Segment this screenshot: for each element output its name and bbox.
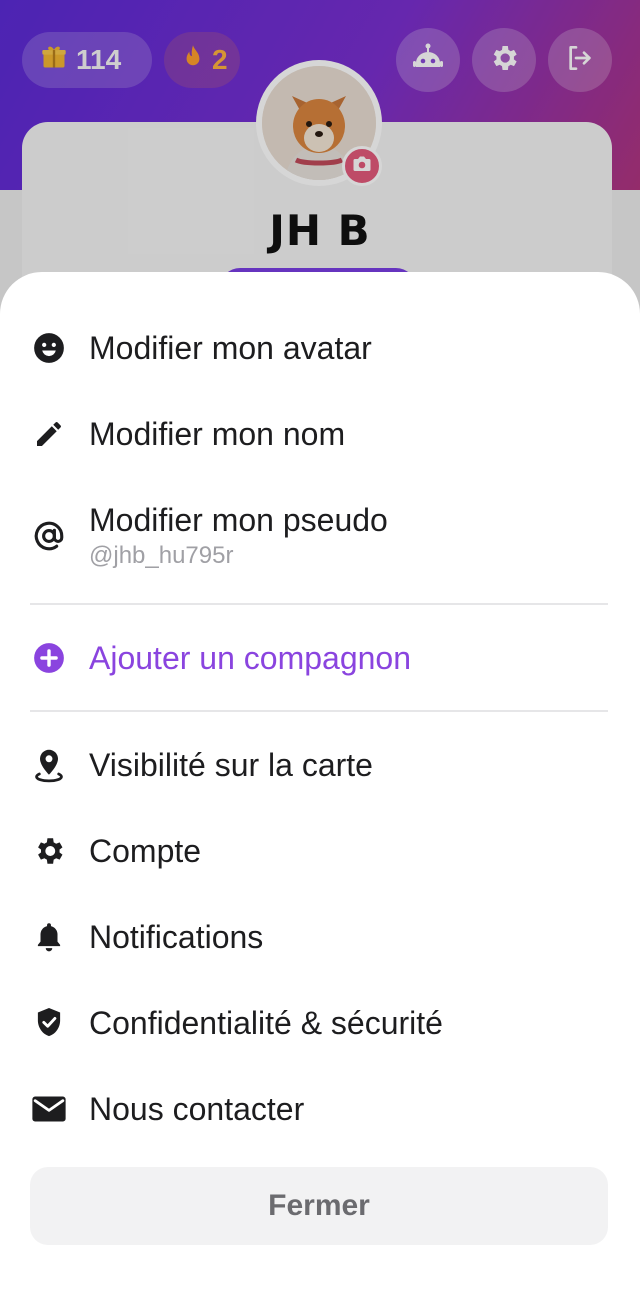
map-pin-icon bbox=[30, 746, 68, 784]
menu-item-notifications[interactable]: Notifications bbox=[30, 918, 610, 956]
menu-item-account[interactable]: Compte bbox=[30, 832, 610, 870]
menu-item-label: Nous contacter bbox=[89, 1091, 305, 1127]
smiley-icon bbox=[30, 329, 68, 367]
menu-item-label: Visibilité sur la carte bbox=[89, 747, 373, 783]
menu-item-privacy-security[interactable]: Confidentialité & sécurité bbox=[30, 1004, 610, 1042]
menu-item-label: Modifier mon pseudo bbox=[89, 502, 388, 538]
gear-icon bbox=[30, 832, 68, 870]
menu-item-edit-username[interactable]: Modifier mon pseudo @jhb_hu795r bbox=[30, 501, 610, 571]
divider bbox=[30, 710, 608, 712]
menu-item-label: Ajouter un compagnon bbox=[89, 640, 411, 676]
menu-item-label: Confidentialité & sécurité bbox=[89, 1005, 443, 1041]
bell-icon bbox=[30, 918, 68, 956]
menu-item-edit-name[interactable]: Modifier mon nom bbox=[30, 415, 610, 453]
pencil-icon bbox=[30, 415, 68, 453]
menu-item-label: Modifier mon nom bbox=[89, 416, 346, 452]
current-username: @jhb_hu795r bbox=[89, 542, 234, 569]
shield-check-icon bbox=[30, 1004, 68, 1042]
plus-circle-icon bbox=[30, 639, 68, 677]
profile-options-sheet: Modifier mon avatar Modifier mon nom Mod… bbox=[0, 272, 640, 1290]
envelope-icon bbox=[30, 1090, 68, 1128]
menu-item-edit-avatar[interactable]: Modifier mon avatar bbox=[30, 329, 610, 367]
close-button[interactable]: Fermer bbox=[30, 1167, 608, 1245]
menu-item-label: Modifier mon avatar bbox=[89, 330, 372, 366]
at-sign-icon bbox=[30, 517, 68, 555]
menu-item-label: Notifications bbox=[89, 919, 264, 955]
menu-item-add-companion[interactable]: Ajouter un compagnon bbox=[30, 639, 610, 677]
divider bbox=[30, 603, 608, 605]
menu-item-contact-us[interactable]: Nous contacter bbox=[30, 1090, 610, 1128]
menu-item-map-visibility[interactable]: Visibilité sur la carte bbox=[30, 746, 610, 784]
menu-item-label: Compte bbox=[89, 833, 202, 869]
